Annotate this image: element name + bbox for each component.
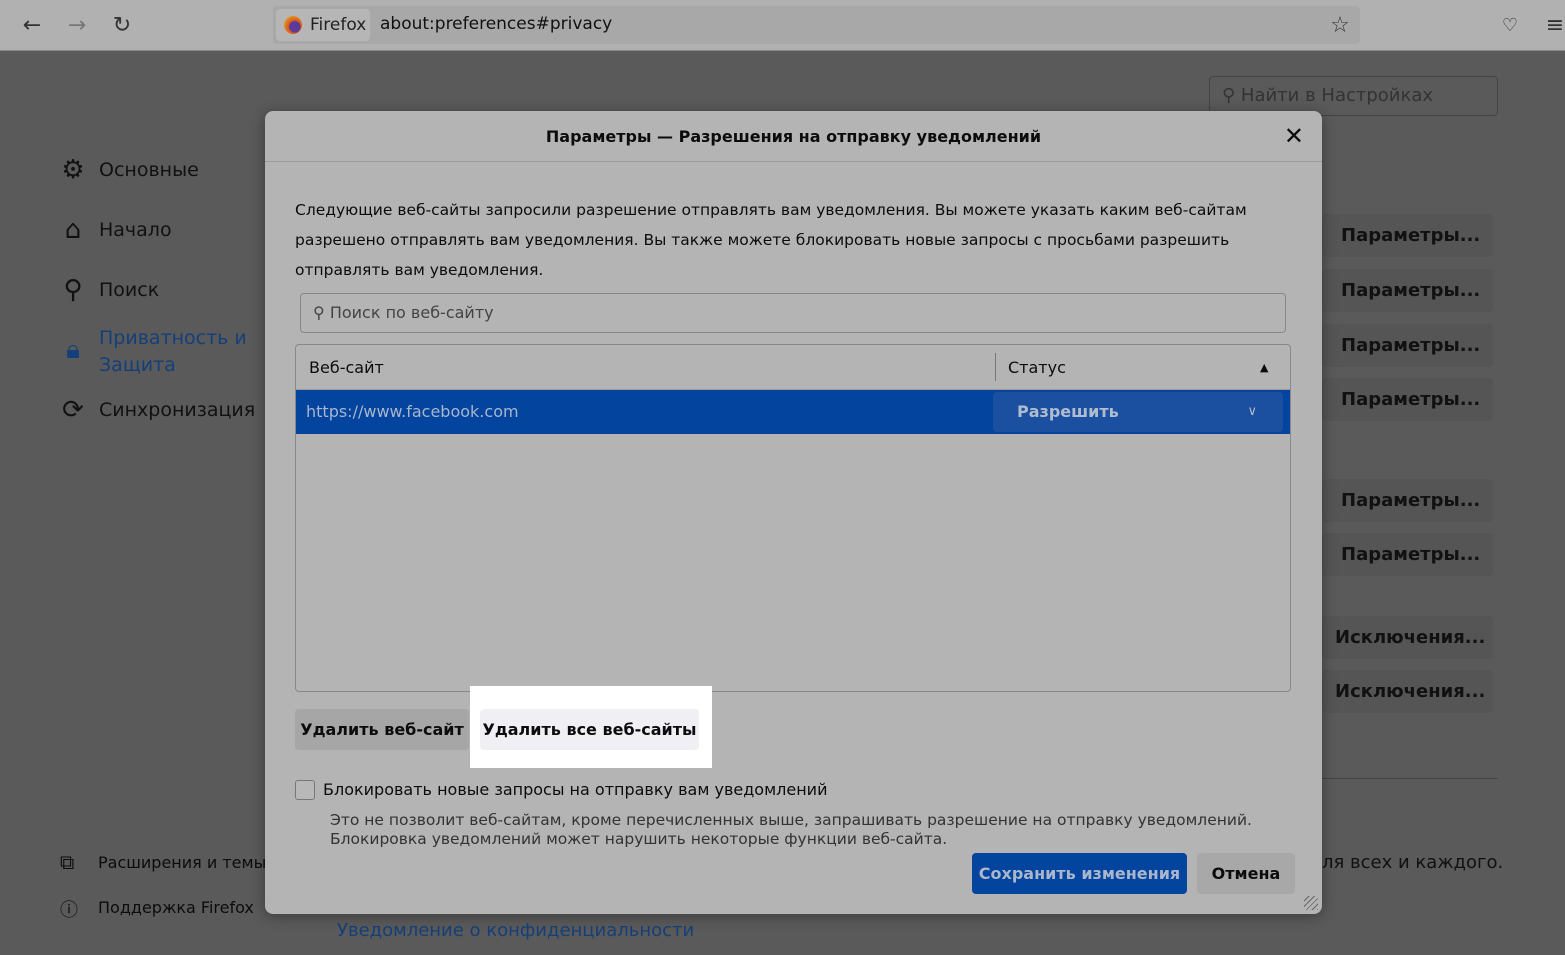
dialog-description: Следующие веб-сайты запросили разрешение… bbox=[295, 201, 1247, 279]
remove-all-sites-button[interactable]: Удалить все веб-сайты bbox=[480, 709, 699, 750]
browser-toolbar: ← → ↻ Firefox about:preferences#privacy … bbox=[0, 0, 1565, 51]
privacy-label-1: Приватность и bbox=[99, 327, 247, 349]
privacy-notice-link[interactable]: Уведомление о конфиденциальности bbox=[337, 920, 694, 941]
block-requests-note: Это не позволит веб-сайтам, кроме перечи… bbox=[330, 811, 1252, 848]
sidebar-item-privacy[interactable]: Приватность и Защита bbox=[99, 325, 247, 379]
sort-ascending-icon: ▲ bbox=[1260, 361, 1269, 374]
settings-button[interactable]: Параметры... bbox=[1322, 214, 1493, 257]
sidebar-item-sync[interactable]: Синхронизация bbox=[99, 399, 255, 421]
preferences-search-placeholder: Найти в Настройках bbox=[1240, 85, 1434, 106]
close-icon[interactable]: ✕ bbox=[1284, 123, 1304, 149]
status-select[interactable]: Разрешить ∨ bbox=[993, 392, 1283, 432]
settings-button[interactable]: Параметры... bbox=[1322, 269, 1493, 312]
gear-icon: ⚙ bbox=[61, 155, 85, 185]
table-header: Веб-сайт Статус ▲ bbox=[296, 345, 1290, 390]
table-row[interactable]: https://www.facebook.com Разрешить ∨ bbox=[296, 390, 1290, 434]
settings-button[interactable]: Параметры... bbox=[1322, 324, 1493, 367]
column-status[interactable]: Статус bbox=[1008, 345, 1066, 390]
sidebar-item-home[interactable]: Начало bbox=[99, 219, 172, 241]
column-divider bbox=[995, 353, 996, 381]
privacy-label-2: Защита bbox=[99, 354, 176, 376]
site-search-placeholder: Поиск по веб-сайту bbox=[329, 303, 494, 322]
column-website[interactable]: Веб-сайт bbox=[309, 345, 384, 390]
menu-icon[interactable]: ≡ bbox=[1541, 12, 1565, 40]
dialog-title: Параметры — Разрешения на отправку уведо… bbox=[265, 111, 1322, 162]
home-icon: ⌂ bbox=[64, 215, 82, 245]
settings-button[interactable]: Параметры... bbox=[1322, 479, 1493, 522]
preferences-search-input[interactable]: ⚲ Найти в Настройках bbox=[1209, 76, 1498, 116]
search-icon: ⚲ bbox=[63, 275, 83, 305]
lock-icon: 🔒︎ bbox=[66, 335, 80, 365]
back-button[interactable]: ← bbox=[18, 12, 46, 40]
bookmark-star-icon[interactable]: ☆ bbox=[1326, 12, 1354, 40]
chevron-down-icon: ∨ bbox=[1247, 404, 1257, 419]
notification-permissions-dialog: Параметры — Разрешения на отправку уведо… bbox=[265, 111, 1322, 914]
sync-icon: ⟳ bbox=[62, 395, 84, 425]
resize-grip-icon[interactable] bbox=[1304, 896, 1318, 910]
help-icon: ⓘ bbox=[60, 900, 78, 921]
site-url: https://www.facebook.com bbox=[306, 402, 519, 421]
block-requests-label[interactable]: Блокировать новые запросы на отправку ва… bbox=[323, 780, 827, 799]
save-changes-button[interactable]: Сохранить изменения bbox=[972, 853, 1187, 894]
settings-button[interactable]: Параметры... bbox=[1322, 533, 1493, 576]
remove-site-button[interactable]: Удалить веб-сайт bbox=[295, 709, 469, 750]
cancel-button[interactable]: Отмена bbox=[1197, 853, 1295, 894]
divider bbox=[1322, 778, 1498, 779]
sidebar-item-search[interactable]: Поиск bbox=[99, 279, 159, 301]
site-search-input[interactable]: ⚲ Поиск по веб-сайту bbox=[300, 293, 1286, 333]
partial-text: ля всех и каждого. bbox=[1322, 852, 1504, 873]
settings-button[interactable]: Параметры... bbox=[1322, 378, 1493, 421]
sidebar-item-general[interactable]: Основные bbox=[99, 159, 199, 181]
status-value: Разрешить bbox=[1017, 402, 1119, 421]
firefox-logo-icon bbox=[284, 16, 302, 34]
reload-button[interactable]: ↻ bbox=[108, 12, 136, 40]
sites-table: Веб-сайт Статус ▲ https://www.facebook.c… bbox=[295, 344, 1291, 692]
pocket-icon[interactable]: ♡ bbox=[1496, 12, 1524, 40]
sidebar-item-support[interactable]: Поддержка Firefox bbox=[98, 898, 254, 917]
sidebar-item-extensions[interactable]: Расширения и темы bbox=[98, 853, 266, 872]
exceptions-button[interactable]: Исключения... bbox=[1322, 616, 1493, 659]
forward-button[interactable]: → bbox=[63, 12, 91, 40]
block-requests-checkbox[interactable] bbox=[295, 780, 315, 800]
exceptions-button[interactable]: Исключения... bbox=[1322, 670, 1493, 713]
url-text[interactable]: about:preferences#privacy bbox=[380, 14, 612, 34]
extensions-icon: ⧉ bbox=[60, 850, 75, 874]
